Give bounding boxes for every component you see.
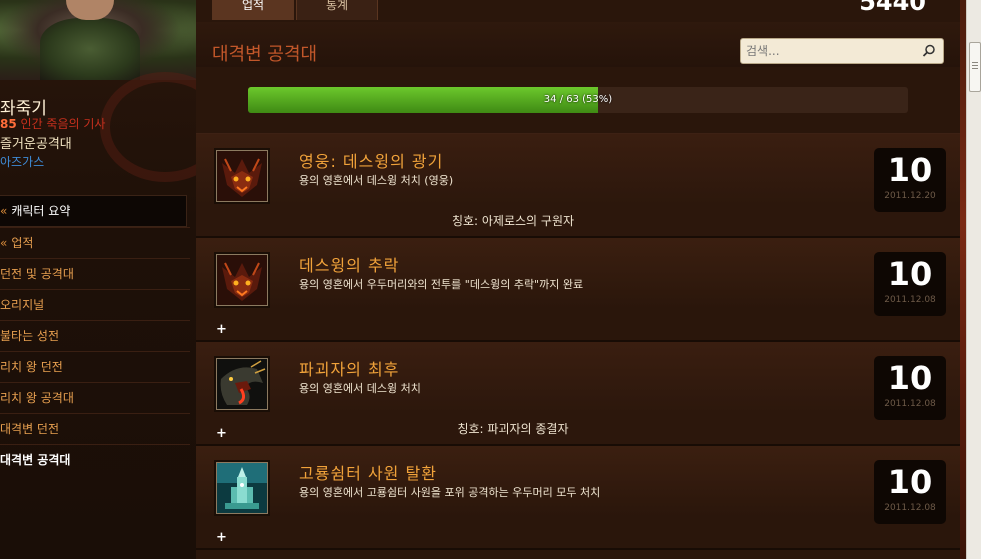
achievement-description: 용의 영혼에서 우두머리와의 전투를 "데스윙의 추락"까지 완료 [299,278,584,291]
sidebar-item-cataclysm-dungeon[interactable]: 대격변 던전 [0,413,190,444]
scrollbar-thumb[interactable] [969,42,981,92]
sidebar-item-lich-king-raid[interactable]: 리치 왕 공격대 [0,382,190,413]
achievement-title: 데스윙의 추락 [299,256,400,275]
character-realm[interactable]: 아즈가스 [0,153,44,170]
sidebar-item-cataclysm-raid[interactable]: 대격변 공격대 [0,444,190,475]
sidebar-item-lich-king-dungeon[interactable]: 리치 왕 던전 [0,351,190,382]
achievement-points-badge: 10 2011.12.08 [874,356,946,420]
search-box[interactable] [740,38,944,64]
character-guild[interactable]: 즐거운공격대 [0,133,72,152]
achievement-row[interactable]: 데스윙의 추락 용의 영혼에서 우두머리와의 전투를 "데스윙의 추락"까지 완… [196,238,960,342]
achievement-points: 10 [887,359,933,397]
achievement-row[interactable]: 영웅: 데스윙의 광기 용의 영혼에서 데스윙 처치 (영웅) 칭호: 아제로스… [196,134,960,238]
deathwing-icon [216,254,268,306]
sidebar-item-label: 대격변 던전 [0,422,60,436]
character-level: 85 [0,117,17,131]
faction-crest [100,72,196,182]
temple-icon [216,462,268,514]
achievement-panel: 업적통계 5440 대격변 공격대 34 / 63 (53%) [196,0,960,559]
arrow-icon: « [0,204,8,218]
achievement-row[interactable]: 파괴자의 최후 용의 영혼에서 데스윙 처치 칭호: 파괴자의 종결자 + 10… [196,342,960,446]
arrow-icon: « [0,236,8,250]
sidebar-item-label: 리치 왕 공격대 [0,391,74,405]
deathwing-icon [216,150,268,202]
achievement-points-badge: 10 2011.12.08 [874,252,946,316]
tab-bar: 업적 통계 [212,0,380,20]
search-icon[interactable] [921,43,937,59]
page-title: 대격변 공격대 [212,44,318,65]
achievement-points: 10 [887,151,933,189]
achievement-points: 10 [887,255,933,293]
progress-section: 34 / 63 (53%) [196,67,960,134]
achievement-description: 용의 영혼에서 데스윙 처치 [299,382,421,395]
search-input[interactable] [746,42,916,60]
character-portrait [0,0,196,80]
achievement-reward: 칭호: 파괴자의 종결자 [196,420,960,437]
sidebar-item-label: 던전 및 공격대 [0,267,74,281]
portrait-armor [40,18,140,80]
achievement-date: 2011.12.20 [884,191,936,201]
sidebar-item-classic[interactable]: 오리지널 [0,289,190,320]
achievement-date: 2011.12.08 [884,503,936,513]
sidebar-item-achievements[interactable]: «업적 [0,227,190,258]
achievement-date: 2011.12.08 [884,295,936,305]
progress-label: 34 / 63 (53%) [543,94,613,105]
sidebar-item-label: 업적 [11,236,34,250]
expand-icon[interactable]: + [216,322,227,337]
achievement-reward: 칭호: 아제로스의 구원자 [196,212,960,229]
sidebar-item-label: 캐릭터 요약 [11,204,71,218]
tab-achievements[interactable]: 업적 [212,0,294,20]
expand-icon[interactable]: + [216,530,227,545]
achievement-points-badge: 10 2011.12.20 [874,148,946,212]
achievement-description: 용의 영혼에서 고룡쉼터 사원을 포위 공격하는 우두머리 모두 처치 [299,486,601,499]
achievement-points-total: 5440 [859,0,926,16]
achievement-points-badge: 10 2011.12.08 [874,460,946,524]
progress-bar: 34 / 63 (53%) [248,87,908,113]
character-class: 85 인간 죽음의 기사 [0,115,105,132]
achievement-title: 파괴자의 최후 [299,360,400,379]
portrait-face [66,0,114,20]
character-race-class: 인간 죽음의 기사 [20,117,106,131]
sidebar-item-label: 리치 왕 던전 [0,360,63,374]
achievement-row[interactable]: 고룡쉼터 사원 탈환 용의 영혼에서 고룡쉼터 사원을 포위 공격하는 우두머리… [196,446,960,550]
sidebar-item-label: 불타는 성전 [0,329,60,343]
scrollbar[interactable] [966,0,981,559]
tab-statistics[interactable]: 통계 [296,0,378,20]
achievement-reward [196,316,960,330]
sidebar-item-summary[interactable]: «캐릭터 요약 [0,195,187,227]
achievement-title: 영웅: 데스윙의 광기 [299,152,444,171]
reward-text: 칭호: 파괴자의 종결자 [457,422,569,436]
achievement-description: 용의 영혼에서 데스윙 처치 (영웅) [299,174,454,187]
sidebar-item-label: 오리지널 [0,298,45,312]
sidebar-nav: «캐릭터 요약 «업적 던전 및 공격대 오리지널 불타는 성전 리치 왕 던전… [0,195,190,475]
achievement-date: 2011.12.08 [884,399,936,409]
achievement-points: 10 [887,463,933,501]
expand-icon[interactable]: + [216,426,227,441]
sidebar-item-burning-crusade[interactable]: 불타는 성전 [0,320,190,351]
dragon-head-icon [216,358,268,410]
achievement-list: 영웅: 데스윙의 광기 용의 영혼에서 데스윙 처치 (영웅) 칭호: 아제로스… [196,134,960,550]
achievement-reward [196,524,960,538]
achievement-title: 고룡쉼터 사원 탈환 [299,464,437,483]
sidebar-item-label: 대격변 공격대 [0,453,71,467]
sidebar-item-dungeons-raids[interactable]: 던전 및 공격대 [0,258,190,289]
character-sidebar: 좌죽기 85 인간 죽음의 기사 즐거운공격대 아즈가스 «캐릭터 요약 «업적… [0,0,196,559]
reward-text: 칭호: 아제로스의 구원자 [451,214,575,228]
